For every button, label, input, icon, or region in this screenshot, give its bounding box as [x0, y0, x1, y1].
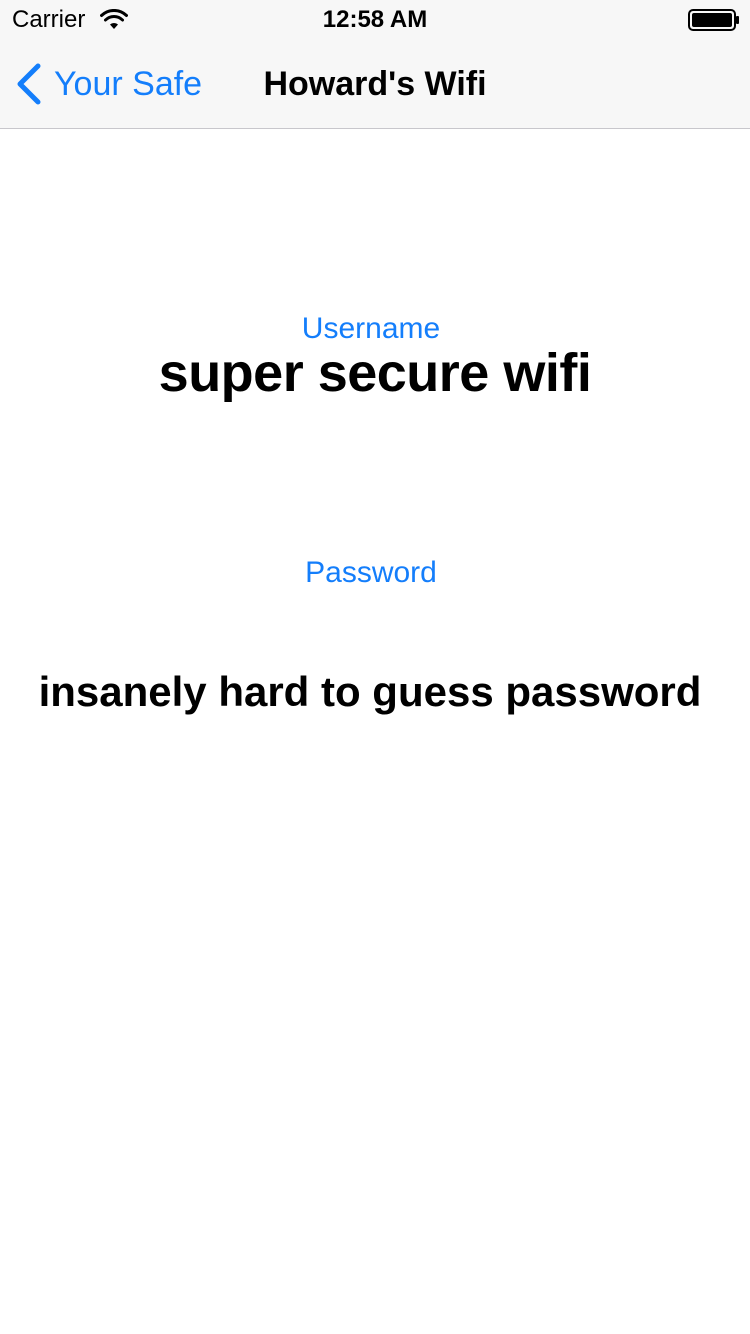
password-label: Password	[305, 556, 437, 589]
status-time: 12:58 AM	[322, 6, 428, 33]
battery-icon	[688, 9, 739, 31]
navigation-bar: Your Safe Howard's Wifi	[0, 40, 750, 129]
password-value: insanely hard to guess password	[38, 668, 702, 715]
username-value: super secure wifi	[158, 343, 592, 403]
page-title: Howard's Wifi	[263, 65, 487, 103]
status-bar: Carrier 12:58 AM	[0, 0, 750, 40]
screen: Carrier 12:58 AM Your Safe Howard's Wifi…	[0, 0, 750, 1334]
